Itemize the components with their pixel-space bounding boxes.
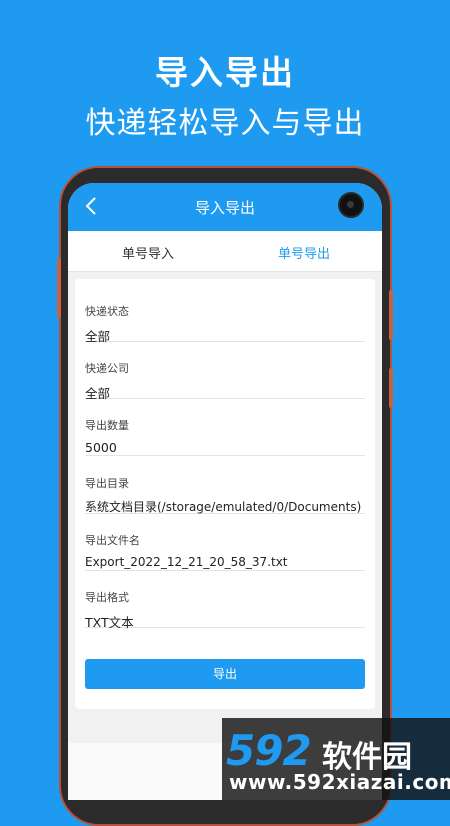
field-label: 快递状态 [85,305,129,318]
app-bar-title: 导入导出 [194,199,255,217]
field-express-status[interactable]: 快递状态 全部 [85,303,365,344]
field-label: 导出格式 [85,591,129,604]
field-export-count[interactable]: 导出数量 5000 [85,417,365,456]
field-value: 全部 [85,329,111,344]
field-express-company[interactable]: 快递公司 全部 [85,360,365,401]
field-value: 全部 [85,386,111,401]
promo-subtitle: 快递轻松导入与导出 [85,106,365,141]
watermark-number: 592 [226,726,312,775]
tab-export[interactable]: 单号导出 [278,243,330,262]
field-export-directory[interactable]: 导出目录 系统文档目录(/storage/emulated/0/Document… [85,475,365,514]
field-label: 快递公司 [85,362,129,375]
phone-screen: 导入导出 单号导入 单号导出 快递状态 全部 快递公司 全部 导出数量 5000… [68,183,382,800]
tab-bar: 单号导入 单号导出 [68,231,382,272]
phone-side-button-right-1 [389,290,393,340]
field-export-format[interactable]: 导出格式 TXT文本 [85,589,365,630]
field-export-filename[interactable]: 导出文件名 Export_2022_12_21_20_58_37.txt [85,532,365,571]
phone-side-button-right-2 [389,368,393,408]
field-value: 系统文档目录(/storage/emulated/0/Documents) [85,500,362,514]
field-value: Export_2022_12_21_20_58_37.txt [85,555,288,569]
watermark-url: www.592xiazai.com [229,770,450,794]
field-label: 导出数量 [85,419,129,432]
field-value: TXT文本 [85,615,134,630]
export-button[interactable]: 导出 [85,659,365,689]
field-label: 导出目录 [85,477,129,490]
field-value: 5000 [85,440,117,455]
phone-side-button-left [57,258,61,318]
field-label: 导出文件名 [85,534,140,547]
front-camera [338,192,364,218]
export-form-card: 快递状态 全部 快递公司 全部 导出数量 5000 导出目录 系统文档目录(/s… [75,279,375,709]
promo-title: 导入导出 [155,53,295,92]
app-bar: 导入导出 [68,183,382,231]
tab-import[interactable]: 单号导入 [122,243,174,262]
